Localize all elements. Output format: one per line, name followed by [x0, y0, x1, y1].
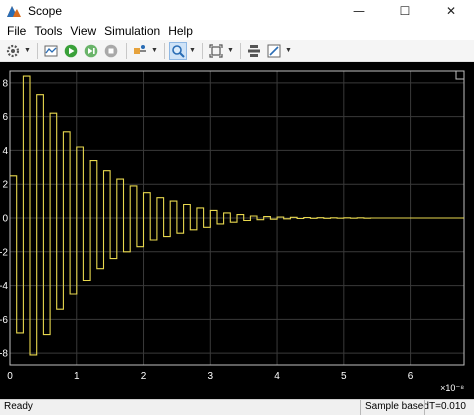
run-button[interactable] — [62, 42, 80, 60]
step-forward-button[interactable] — [82, 42, 100, 60]
menu-simulation[interactable]: Simulation — [100, 24, 164, 38]
triggers-button[interactable] — [245, 42, 263, 60]
x-tick-label: 1 — [74, 371, 80, 382]
write-data-button[interactable] — [42, 42, 60, 60]
legend-toggle-box — [455, 70, 465, 80]
status-bar: Ready Sample based T=0.010 — [0, 399, 474, 415]
write-data-icon — [44, 45, 58, 56]
sample-mode-label: Sample based — [360, 400, 433, 415]
y-tick-label: 6 — [2, 112, 8, 123]
status-text: Ready — [4, 401, 33, 412]
close-button[interactable]: ✕ — [428, 0, 474, 22]
menu-help[interactable]: Help — [164, 24, 197, 38]
legend-toggle-button[interactable] — [455, 70, 465, 80]
highlight-block-icon — [134, 44, 146, 54]
title-bar: Scope — ☐ ✕ — [0, 0, 474, 22]
y-tick-label: -6 — [0, 315, 8, 326]
toolbar-separator — [37, 42, 38, 59]
y-tick-label: -8 — [0, 349, 8, 360]
stop-button[interactable] — [102, 42, 120, 60]
style-button[interactable] — [265, 42, 283, 60]
matlab-scope-icon — [7, 6, 21, 17]
menu-bar: File Tools View Simulation Help — [0, 22, 474, 40]
autoscale-icon — [209, 43, 223, 58]
autoscale-button[interactable] — [207, 42, 225, 60]
settings-button[interactable] — [4, 42, 22, 60]
x-tick-label: 5 — [341, 371, 347, 382]
toolbar: ▼ ▼ ▼ ▼ ▼ — [0, 40, 474, 62]
zoom-icon — [172, 44, 185, 58]
x-tick-label: 0 — [7, 371, 13, 382]
minimize-button[interactable]: — — [336, 0, 382, 22]
x-tick-label: 2 — [141, 371, 147, 382]
toolbar-separator — [164, 42, 165, 59]
toolbar-separator — [240, 42, 241, 59]
style-icon — [267, 44, 281, 57]
y-tick-label: 4 — [2, 146, 8, 157]
y-tick-label: -2 — [0, 247, 8, 258]
window-title: Scope — [28, 4, 63, 18]
highlight-dropdown[interactable]: ▼ — [151, 42, 158, 60]
y-tick-label: 8 — [2, 78, 8, 89]
x-tick-label: 3 — [208, 371, 214, 382]
style-dropdown[interactable]: ▼ — [285, 42, 292, 60]
toolbar-separator — [126, 42, 127, 59]
menu-view[interactable]: View — [66, 24, 100, 38]
scope-plot-area[interactable]: 0 1 2 3 4 5 6 8 6 4 2 0 -2 -4 -6 -8 ×10⁻⁸ — [0, 62, 474, 399]
x-exponent-label: ×10⁻⁸ — [440, 383, 464, 393]
menu-file[interactable]: File — [3, 24, 30, 38]
step-forward-icon — [84, 44, 98, 57]
zoom-button[interactable] — [169, 41, 187, 60]
settings-icon — [6, 44, 20, 57]
y-tick-label: 2 — [2, 180, 8, 191]
maximize-button[interactable]: ☐ — [382, 0, 428, 22]
y-tick-label: 0 — [2, 214, 8, 225]
autoscale-dropdown[interactable]: ▼ — [227, 42, 234, 60]
scope-plot[interactable]: 0 1 2 3 4 5 6 8 6 4 2 0 -2 -4 -6 -8 ×10⁻⁸ — [0, 62, 474, 399]
window-controls: — ☐ ✕ — [336, 0, 474, 22]
y-tick-label: -4 — [0, 281, 8, 292]
x-tick-label: 4 — [274, 371, 280, 382]
highlight-block-button[interactable] — [131, 42, 149, 60]
settings-dropdown[interactable]: ▼ — [24, 42, 31, 60]
signal-trace — [10, 75, 464, 356]
x-tick-label: 6 — [408, 371, 414, 382]
run-icon — [64, 44, 78, 57]
zoom-dropdown[interactable]: ▼ — [189, 42, 196, 60]
toolbar-separator — [202, 42, 203, 59]
triggers-icon — [248, 44, 260, 57]
stop-icon — [104, 44, 118, 57]
sim-time-label: T=0.010 — [424, 400, 470, 415]
tick-labels: 0 1 2 3 4 5 6 8 6 4 2 0 -2 -4 -6 -8 — [0, 78, 414, 382]
menu-tools[interactable]: Tools — [30, 24, 66, 38]
